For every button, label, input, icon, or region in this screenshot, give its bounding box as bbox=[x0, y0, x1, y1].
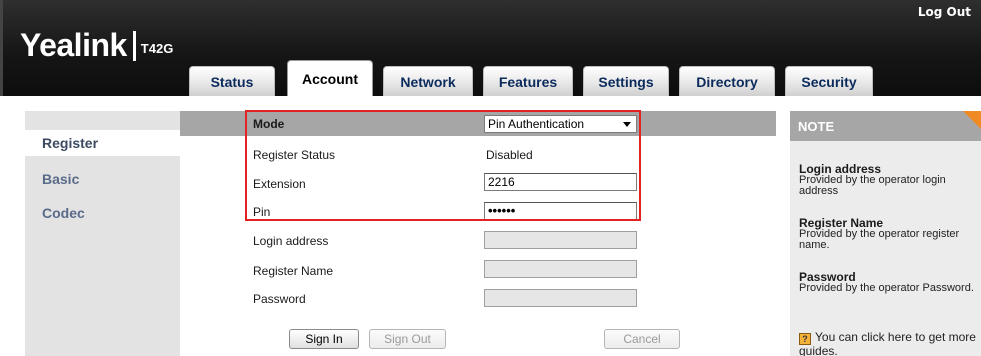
tab-directory[interactable]: Directory bbox=[679, 66, 775, 96]
sidebar-item-register[interactable]: Register bbox=[25, 130, 190, 156]
sign-in-button[interactable]: Sign In bbox=[289, 329, 359, 349]
login-address-label: Login address bbox=[253, 234, 329, 248]
register-status-value: Disabled bbox=[486, 148, 533, 162]
yealink-logo: Yealink T42G bbox=[20, 27, 173, 64]
note-password-text: Provided by the operator Password. bbox=[799, 282, 974, 294]
extension-field[interactable]: 2216 bbox=[484, 173, 637, 191]
logo-model: T42G bbox=[140, 41, 174, 56]
chevron-down-icon bbox=[623, 122, 631, 127]
mode-select[interactable]: Pin Authentication bbox=[484, 115, 637, 133]
header-bar: Log Out Yealink T42G Status Account Netw… bbox=[0, 0, 981, 96]
cancel-button[interactable]: Cancel bbox=[604, 329, 680, 349]
login-address-field[interactable] bbox=[484, 231, 637, 249]
note-register-name-text: Provided by the operator register name. bbox=[799, 228, 960, 251]
tab-settings[interactable]: Settings bbox=[583, 66, 669, 96]
register-name-field[interactable] bbox=[484, 260, 637, 278]
note-login-address-text: Provided by the operator login address bbox=[799, 174, 946, 197]
note-login-address: Login address Provided by the operator l… bbox=[799, 163, 977, 197]
mode-label: Mode bbox=[253, 117, 285, 131]
pin-label: Pin bbox=[253, 205, 271, 219]
logo-brand: Yealink bbox=[20, 27, 127, 63]
guide-text: You can click here to get more guides. bbox=[799, 330, 976, 356]
tab-status[interactable]: Status bbox=[189, 66, 275, 96]
sidebar-item-codec[interactable]: Codec bbox=[42, 205, 85, 221]
note-password: Password Provided by the operator Passwo… bbox=[799, 271, 977, 294]
tab-network[interactable]: Network bbox=[383, 66, 473, 96]
password-label: Password bbox=[253, 292, 306, 306]
tab-features[interactable]: Features bbox=[483, 66, 573, 96]
note-header: NOTE bbox=[790, 111, 981, 141]
pin-field[interactable]: •••••• bbox=[484, 202, 637, 220]
sidebar-item-basic[interactable]: Basic bbox=[42, 171, 79, 187]
mode-select-value: Pin Authentication bbox=[488, 117, 585, 131]
sign-out-button[interactable]: Sign Out bbox=[369, 329, 446, 349]
corner-fold-icon bbox=[963, 111, 981, 129]
note-title: NOTE bbox=[798, 119, 835, 134]
note-panel: NOTE Login address Provided by the opera… bbox=[790, 111, 981, 356]
extension-label: Extension bbox=[253, 177, 306, 191]
note-register-name: Register Name Provided by the operator r… bbox=[799, 217, 977, 251]
register-status-label: Register Status bbox=[253, 148, 336, 162]
tab-security[interactable]: Security bbox=[785, 66, 873, 96]
logout-link[interactable]: Log Out bbox=[918, 5, 971, 19]
left-sidebar: Register Basic Codec bbox=[25, 111, 190, 356]
password-field[interactable] bbox=[484, 289, 637, 307]
logo-divider bbox=[132, 30, 136, 61]
guide-link[interactable]: ? You can click here to get more guides. bbox=[799, 331, 977, 356]
register-name-label: Register Name bbox=[253, 264, 334, 278]
tab-account[interactable]: Account bbox=[287, 60, 373, 96]
